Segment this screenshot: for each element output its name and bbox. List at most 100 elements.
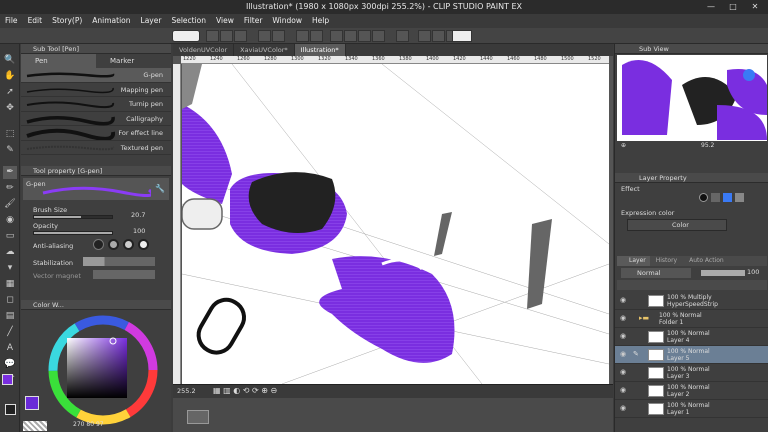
- aa-weak-icon[interactable]: [108, 239, 119, 250]
- main-color-chip[interactable]: [25, 396, 39, 410]
- deselect-icon[interactable]: [330, 30, 343, 42]
- brush-size-value[interactable]: 20.7: [131, 211, 145, 219]
- tab-pen[interactable]: Pen: [21, 54, 96, 68]
- frame-tool-icon[interactable]: ▤: [3, 310, 17, 323]
- stabilization-slider[interactable]: [83, 257, 155, 266]
- sub-view-image[interactable]: [617, 55, 767, 141]
- brush-item-effect-line[interactable]: For effect line: [21, 126, 171, 141]
- aa-strong-icon[interactable]: [138, 239, 149, 250]
- save-icon[interactable]: [234, 30, 247, 42]
- menu-file[interactable]: File: [0, 14, 23, 28]
- airbrush-icon[interactable]: ◉: [3, 214, 17, 227]
- tab-illustration[interactable]: Illustration*: [294, 44, 346, 56]
- brush-item-g-pen[interactable]: G-pen: [21, 68, 171, 83]
- brush-item-mapping-pen[interactable]: Mapping pen: [21, 83, 171, 97]
- menu-view[interactable]: View: [211, 14, 239, 28]
- snap-ruler-icon[interactable]: [418, 30, 431, 42]
- tab-marker[interactable]: Marker: [96, 54, 171, 68]
- undo-icon[interactable]: [258, 30, 271, 42]
- visibility-eye-icon[interactable]: ◉: [620, 315, 626, 322]
- effect-extra-icon[interactable]: [735, 193, 744, 202]
- layer-row-selected[interactable]: ◉ ✎ 100 % Normal Layer 5: [615, 346, 768, 364]
- zoom-readout[interactable]: 255.2: [177, 387, 196, 395]
- layer-row[interactable]: ◉ 100 % Normal Layer 4: [615, 328, 768, 346]
- minimize-button[interactable]: —: [700, 0, 722, 14]
- transparent-color-chip[interactable]: [23, 421, 47, 431]
- maximize-button[interactable]: □: [722, 0, 744, 14]
- tone-effect-icon[interactable]: [711, 193, 720, 202]
- brush-item-textured-pen[interactable]: Textured pen: [21, 141, 171, 155]
- crop-icon[interactable]: [344, 30, 357, 42]
- operation-tool-icon[interactable]: ➚: [3, 86, 17, 99]
- opacity-value[interactable]: 100: [133, 227, 145, 235]
- visibility-eye-icon[interactable]: ◉: [620, 333, 626, 340]
- color-wheel[interactable]: [21, 312, 171, 430]
- visibility-eye-icon[interactable]: ◉: [620, 387, 626, 394]
- brush-item-calligraphy[interactable]: Calligraphy: [21, 112, 171, 126]
- layer-opacity-value[interactable]: 100: [747, 268, 759, 276]
- menu-layer[interactable]: Layer: [136, 14, 167, 28]
- snap-grid-icon[interactable]: [432, 30, 445, 42]
- layer-row[interactable]: ◉ 100 % Normal Layer 1: [615, 400, 768, 418]
- tab-volden-uv-color[interactable]: VoldenUVColor: [173, 44, 235, 56]
- layer-row[interactable]: ◉ 100 % Normal Layer 3: [615, 364, 768, 382]
- tab-layer[interactable]: Layer: [617, 256, 650, 266]
- visibility-eye-icon[interactable]: ◉: [620, 405, 626, 412]
- move-layer-icon[interactable]: ✥: [3, 102, 17, 115]
- aa-medium-icon[interactable]: [123, 239, 134, 250]
- tab-xavia-uv-color[interactable]: XaviaUVColor*: [234, 44, 295, 56]
- drawing-canvas[interactable]: [182, 64, 609, 384]
- wrench-icon[interactable]: 🔧: [155, 184, 165, 193]
- layer-opacity-slider[interactable]: [701, 270, 745, 276]
- folder-row[interactable]: ◉ ▸▬ 100 % Normal Folder 1: [615, 310, 768, 328]
- fill-icon[interactable]: [396, 30, 409, 42]
- blend-tool-icon[interactable]: ☁: [3, 246, 17, 259]
- layer-color-effect-icon[interactable]: [723, 193, 732, 202]
- brush-size-slider[interactable]: [33, 215, 113, 219]
- sub-color-swatch[interactable]: [5, 404, 16, 415]
- layer-row[interactable]: ◉ 100 % Normal Layer 2: [615, 382, 768, 400]
- visibility-eye-icon[interactable]: ◉: [620, 369, 626, 376]
- figure-tool-icon[interactable]: ◻: [3, 294, 17, 307]
- navigator-icons[interactable]: ▦ ▥ ◐ ⟲ ⟳ ⊕ ⊖: [213, 386, 277, 395]
- aa-none-icon[interactable]: [93, 239, 104, 250]
- ruler-tool-icon[interactable]: ╱: [3, 326, 17, 339]
- pencil-tool-icon[interactable]: ✏: [3, 182, 17, 195]
- clip-studio-icon[interactable]: [172, 30, 200, 42]
- new-file-icon[interactable]: [206, 30, 219, 42]
- hand-tool-icon[interactable]: ✋: [3, 70, 17, 83]
- menu-story[interactable]: Story(P): [47, 14, 87, 28]
- visibility-eye-icon[interactable]: ◉: [620, 351, 626, 358]
- menu-window[interactable]: Window: [267, 14, 307, 28]
- redo-icon[interactable]: [272, 30, 285, 42]
- border-effect-icon[interactable]: [699, 193, 708, 202]
- tab-auto-action[interactable]: Auto Action: [683, 256, 730, 266]
- selection-tool-icon[interactable]: ⬚: [3, 128, 17, 141]
- expand-selection-icon[interactable]: [372, 30, 385, 42]
- sub-view-zoom-icon[interactable]: ⊕: [621, 142, 626, 149]
- eyedropper-icon[interactable]: ✎: [3, 144, 17, 157]
- open-file-icon[interactable]: [220, 30, 233, 42]
- menu-help[interactable]: Help: [307, 14, 334, 28]
- visibility-eye-icon[interactable]: ◉: [620, 297, 626, 304]
- expression-color-select[interactable]: Color: [627, 219, 727, 231]
- canvas-preview-icon[interactable]: [187, 410, 209, 424]
- layer-row[interactable]: ◉ 100 % Multiply HyperSpeedStrip: [615, 292, 768, 310]
- pen-tool-icon[interactable]: ✒: [3, 166, 17, 179]
- sub-view-zoom-value[interactable]: 95.2: [701, 142, 714, 149]
- transform-icon[interactable]: [310, 30, 323, 42]
- text-tool-icon[interactable]: A: [3, 342, 17, 355]
- menu-filter[interactable]: Filter: [239, 14, 268, 28]
- brush-item-turnip-pen[interactable]: Turnip pen: [21, 97, 171, 112]
- eraser-icon[interactable]: ▭: [3, 230, 17, 243]
- help-icon[interactable]: [452, 30, 472, 42]
- fill-tool-icon[interactable]: ▾: [3, 262, 17, 275]
- menu-edit[interactable]: Edit: [23, 14, 48, 28]
- clear-icon[interactable]: [296, 30, 309, 42]
- menu-selection[interactable]: Selection: [166, 14, 211, 28]
- gradient-tool-icon[interactable]: ▦: [3, 278, 17, 291]
- menu-animation[interactable]: Animation: [87, 14, 135, 28]
- vector-magnet-slider[interactable]: [93, 270, 155, 279]
- invert-selection-icon[interactable]: [358, 30, 371, 42]
- close-button[interactable]: ✕: [744, 0, 766, 14]
